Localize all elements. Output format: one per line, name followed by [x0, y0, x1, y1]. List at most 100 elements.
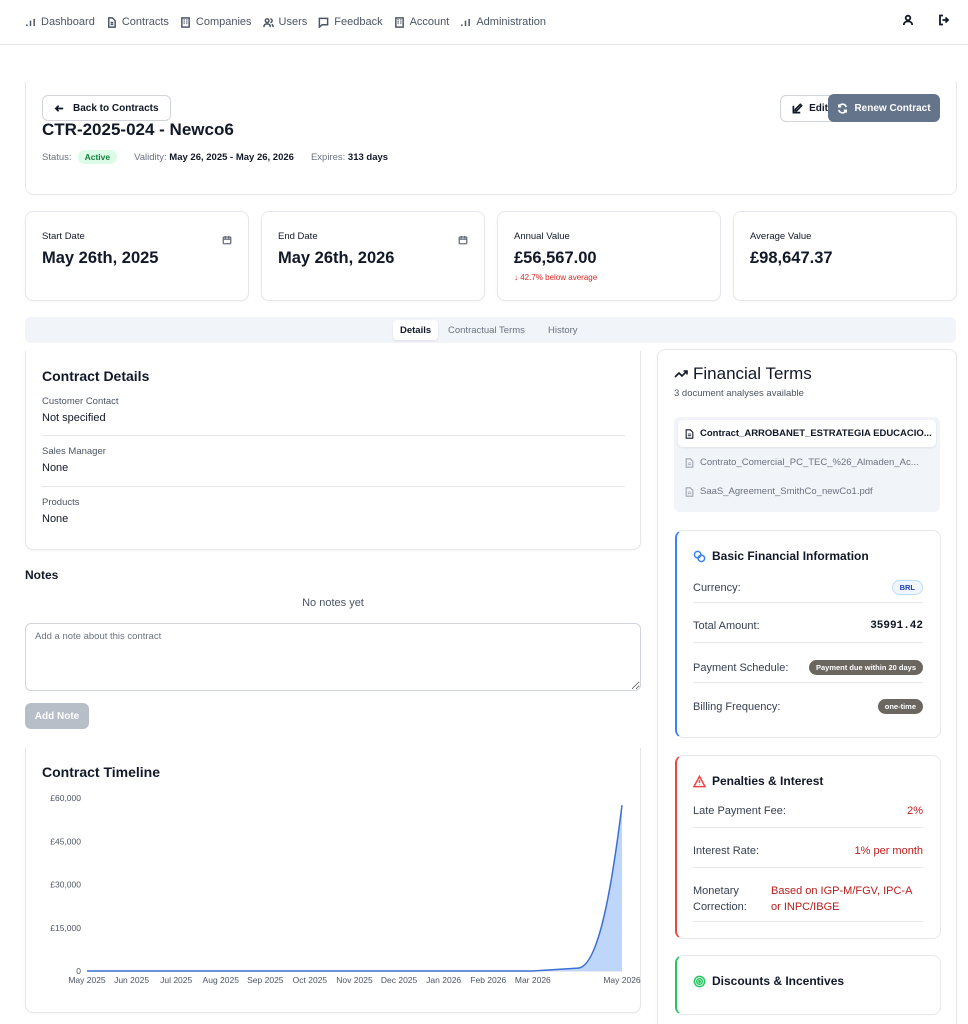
user-icon[interactable]	[902, 14, 914, 26]
stat-card-end-date: End Date May 26th, 2026	[261, 211, 485, 301]
x-tick-label: Mar 2026	[515, 975, 551, 985]
y-tick-label: £30,000	[50, 880, 81, 890]
x-tick-label: Jul 2025	[160, 975, 192, 985]
late-fee-value: 2%	[907, 805, 923, 817]
no-notes-text: No notes yet	[302, 597, 364, 609]
total-amount-row: Total Amount: 35991.42	[693, 620, 923, 632]
x-tick-label: Sep 2025	[247, 975, 284, 985]
field-products: Products None	[42, 497, 625, 525]
monetary-correction-value: Based on IGP-M/FGV, IPC-A or INPC/IBGE	[771, 885, 912, 913]
renew-label: Renew Contract	[854, 102, 931, 114]
basic-financial-title: Basic Financial Information	[693, 549, 869, 563]
x-tick-label: Nov 2025	[336, 975, 373, 985]
note-input[interactable]	[25, 623, 641, 691]
interest-rate-value: 1% per month	[854, 845, 923, 857]
field-customer-contact: Customer Contact Not specified	[42, 396, 625, 424]
calendar-icon	[222, 235, 232, 245]
currency-badge: BRL	[891, 580, 923, 595]
contract-details-title: Contract Details	[42, 368, 150, 384]
file-icon	[685, 486, 694, 497]
tab-details[interactable]: Details	[393, 320, 439, 340]
financial-terms-title: Financial Terms	[674, 364, 812, 384]
nav-companies[interactable]: Companies	[180, 16, 252, 28]
document-item[interactable]: Contrato_Comercial_PC_TEC_%26_Almaden_Ac…	[678, 449, 936, 476]
currency-row: Currency: BRL	[693, 580, 923, 595]
financial-terms-panel: Financial Terms 3 document analyses avai…	[657, 349, 957, 1024]
basic-financial-label: Basic Financial Information	[712, 549, 869, 563]
document-item[interactable]: Contract_ARROBANET_ESTRATEGIA EDUCACIO..…	[678, 420, 936, 447]
validity-value: May 26, 2025 - May 26, 2026	[169, 151, 294, 163]
field-sales-manager: Sales Manager None	[42, 446, 625, 474]
below-average-indicator: ↓ 42.7% below average	[514, 273, 598, 282]
nav-feedback[interactable]: Feedback	[318, 16, 383, 28]
renew-contract-button[interactable]: Renew Contract	[828, 94, 940, 122]
chart-series-line	[87, 805, 623, 972]
interest-rate-row: Interest Rate: 1% per month	[693, 845, 923, 857]
basic-financial-card: Basic Financial Information Currency: BR…	[675, 530, 941, 738]
stat-label: End Date	[278, 231, 318, 242]
logout-icon[interactable]	[938, 14, 950, 26]
warning-icon	[693, 774, 706, 787]
status-badge: Active	[77, 150, 118, 164]
validity-label: Validity:	[134, 151, 167, 163]
stat-value: May 26th, 2026	[278, 249, 395, 267]
contract-details-card: Contract Details Customer Contact Not sp…	[25, 351, 641, 550]
interest-rate-label: Interest Rate:	[693, 845, 760, 857]
discounts-label: Discounts & Incentives	[712, 974, 845, 988]
nav-account[interactable]: Account	[394, 16, 450, 28]
tab-contractual-terms[interactable]: Contractual Terms	[441, 320, 532, 340]
nav-users-label: Users	[278, 16, 308, 28]
late-fee-label: Late Payment Fee:	[693, 805, 786, 817]
nav-account-label: Account	[409, 16, 450, 28]
back-to-contracts-button[interactable]: Back to Contracts	[42, 95, 171, 121]
divider	[42, 486, 625, 487]
nav-dashboard[interactable]: Dashboard	[25, 16, 95, 28]
message-icon	[318, 17, 329, 28]
y-tick-label: £45,000	[50, 836, 81, 846]
total-amount-label: Total Amount:	[693, 620, 760, 632]
stat-value: £98,647.37	[750, 249, 833, 267]
bar-chart-icon	[461, 18, 471, 26]
x-tick-label: May 2025	[68, 975, 106, 985]
nav-administration[interactable]: Administration	[460, 16, 546, 28]
building-icon	[394, 16, 404, 28]
document-list: Contract_ARROBANET_ESTRATEGIA EDUCACIO..…	[674, 417, 940, 512]
x-tick-label: Aug 2025	[203, 975, 240, 985]
coins-icon	[693, 550, 706, 562]
document-name: Contract_ARROBANET_ESTRATEGIA EDUCACIO..…	[700, 428, 932, 439]
edit-label: Edit	[809, 103, 828, 114]
document-item[interactable]: SaaS_Agreement_SmithCo_newCo1.pdf	[678, 478, 936, 505]
divider	[42, 435, 625, 436]
tab-history[interactable]: History	[541, 320, 585, 340]
add-note-button[interactable]: Add Note	[25, 703, 89, 729]
x-tick-label: Oct 2025	[293, 975, 328, 985]
nav-contracts[interactable]: Contracts	[106, 16, 169, 28]
x-tick-label: May 2026	[603, 975, 641, 985]
file-icon	[685, 457, 694, 468]
field-value: Not specified	[42, 412, 106, 424]
x-tick-label: Jan 2026	[426, 975, 461, 985]
penalties-card: Penalties & Interest Late Payment Fee: 2…	[675, 755, 941, 939]
stat-card-annual-value: Annual Value £56,567.00 ↓ 42.7% below av…	[497, 211, 721, 301]
divider	[693, 921, 923, 922]
nav-companies-label: Companies	[195, 16, 252, 28]
contract-meta: Status: Active Validity: May 26, 2025 - …	[42, 150, 388, 164]
nav-users[interactable]: Users	[262, 16, 308, 28]
stat-card-start-date: Start Date May 26th, 2025	[25, 211, 249, 301]
stat-label: Annual Value	[514, 231, 570, 242]
billing-frequency-badge: one-time	[877, 699, 923, 714]
refresh-icon	[838, 102, 848, 114]
field-label: Customer Contact	[42, 396, 119, 407]
users-icon	[262, 17, 274, 27]
chart-area-fill	[87, 805, 622, 971]
billing-frequency-label: Billing Frequency:	[693, 700, 781, 713]
field-value: None	[42, 462, 69, 474]
x-tick-label: Dec 2025	[381, 975, 418, 985]
document-name: SaaS_Agreement_SmithCo_newCo1.pdf	[700, 486, 873, 497]
billing-frequency-row: Billing Frequency: one-time	[693, 699, 923, 714]
discounts-card: Discounts & Incentives	[675, 955, 941, 1015]
tab-bar: Details Contractual Terms History	[25, 317, 956, 343]
field-label: Sales Manager	[42, 446, 106, 457]
calendar-icon	[458, 235, 468, 245]
divider	[693, 682, 923, 683]
